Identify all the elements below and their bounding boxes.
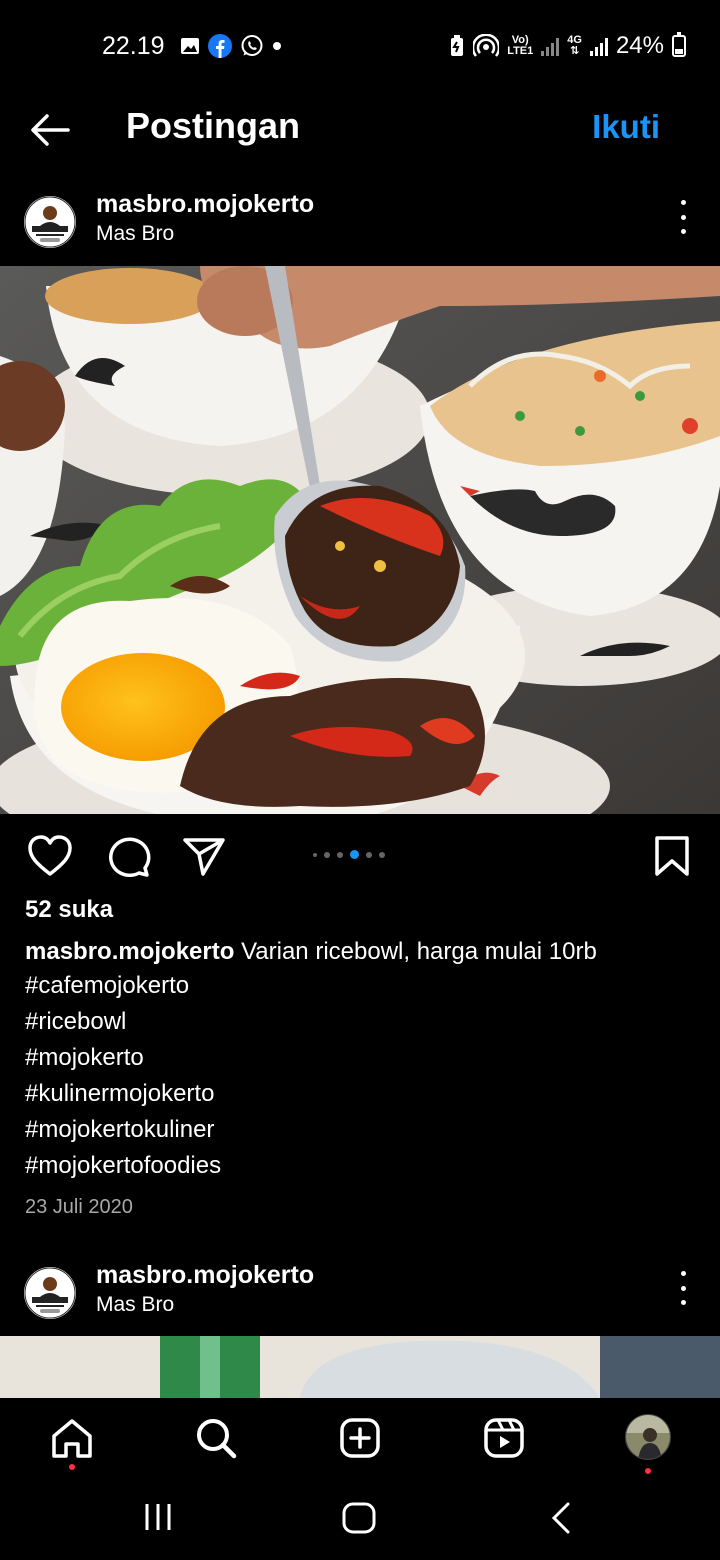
- caption-username[interactable]: masbro.mojokerto: [25, 938, 234, 965]
- rice-bowl-photo: [0, 266, 720, 814]
- reels-icon[interactable]: [482, 1416, 526, 1460]
- post-actions: [0, 814, 720, 894]
- signal-icon: [541, 36, 560, 56]
- battery-saver-icon: [451, 35, 464, 56]
- next-post-photo[interactable]: [0, 1336, 720, 1398]
- home-icon[interactable]: [50, 1416, 94, 1460]
- hashtag-link[interactable]: #mojokertokuliner: [25, 1112, 221, 1148]
- carousel-dot: [379, 851, 385, 858]
- hashtag-link[interactable]: #cafemojokerto: [25, 968, 221, 1004]
- top-bar: Postingan Ikuti: [0, 92, 720, 172]
- follow-button[interactable]: Ikuti: [592, 108, 660, 146]
- facebook-icon: [208, 34, 232, 58]
- carousel-dot: [324, 851, 330, 858]
- status-bar: 22.19 Vo) LTE1 4G ⇅ 24%: [0, 0, 720, 92]
- back-arrow-icon[interactable]: [28, 110, 72, 150]
- battery-percent: 24%: [615, 32, 664, 59]
- page-title: Postingan: [126, 105, 301, 146]
- dot-icon: [273, 42, 281, 50]
- carousel-dot: [337, 851, 343, 858]
- search-icon[interactable]: [194, 1416, 238, 1460]
- notification-icons: [180, 34, 282, 58]
- heart-icon[interactable]: [27, 834, 73, 878]
- status-time: 22.19: [102, 32, 165, 60]
- next-post-header: masbro.mojokerto Mas Bro: [0, 1247, 720, 1335]
- hashtag-list: #cafemojokerto #ricebowl #mojokerto #kul…: [25, 968, 221, 1184]
- post-username[interactable]: masbro.mojokerto: [96, 190, 314, 219]
- likes-count[interactable]: 52 suka: [25, 896, 113, 924]
- avatar[interactable]: [24, 1267, 76, 1319]
- hotspot-icon: [473, 34, 500, 57]
- carousel-indicator: [313, 850, 385, 859]
- warung-masbro-logo: [24, 196, 76, 248]
- more-options-icon[interactable]: [678, 1271, 688, 1305]
- post-photo[interactable]: [0, 266, 720, 814]
- avatar[interactable]: [24, 196, 76, 248]
- profile-avatar[interactable]: [625, 1414, 671, 1460]
- next-post-image: [0, 1336, 720, 1398]
- caption-text: Varian ricebowl, harga mulai 10rb: [241, 938, 597, 965]
- bookmark-icon[interactable]: [650, 834, 696, 878]
- home-notification-dot: [69, 1464, 75, 1470]
- back-button-icon[interactable]: [548, 1500, 574, 1536]
- recent-apps-icon[interactable]: [142, 1500, 174, 1534]
- home-button-icon[interactable]: [340, 1500, 378, 1536]
- carousel-dot: [366, 851, 372, 858]
- warung-masbro-logo: [24, 1267, 76, 1319]
- more-options-icon[interactable]: [678, 200, 688, 234]
- share-icon[interactable]: [181, 834, 227, 878]
- hashtag-link[interactable]: #kulinermojokerto: [25, 1076, 221, 1112]
- bottom-navigation: [0, 1398, 720, 1480]
- post-fullname: Mas Bro: [96, 1293, 175, 1316]
- battery-icon: [672, 32, 686, 57]
- post-caption: masbro.mojokerto Varian ricebowl, harga …: [25, 934, 705, 970]
- post-fullname: Mas Bro: [96, 222, 175, 245]
- volte-indicator: Vo) LTE1: [507, 34, 534, 57]
- profile-notification-dot: [645, 1468, 651, 1474]
- post-header: masbro.mojokerto Mas Bro: [0, 176, 720, 264]
- profile-photo: [626, 1415, 670, 1459]
- system-status-icons: Vo) LTE1 4G ⇅ 24%: [449, 32, 686, 60]
- hashtag-link[interactable]: #mojokerto: [25, 1040, 221, 1076]
- gallery-icon: [181, 38, 199, 54]
- post-username[interactable]: masbro.mojokerto: [96, 1261, 314, 1290]
- comment-icon[interactable]: [105, 834, 151, 878]
- whatsapp-icon: [241, 35, 263, 56]
- network-type: 4G ⇅: [567, 34, 582, 57]
- hashtag-link[interactable]: #mojokertofoodies: [25, 1148, 221, 1184]
- create-icon[interactable]: [338, 1416, 382, 1460]
- post-date: 23 Juli 2020: [25, 1196, 133, 1218]
- carousel-dot-active: [350, 850, 359, 859]
- carousel-dot: [313, 852, 317, 857]
- hashtag-link[interactable]: #ricebowl: [25, 1004, 221, 1040]
- system-navigation: [0, 1480, 720, 1560]
- signal-icon: [589, 36, 608, 56]
